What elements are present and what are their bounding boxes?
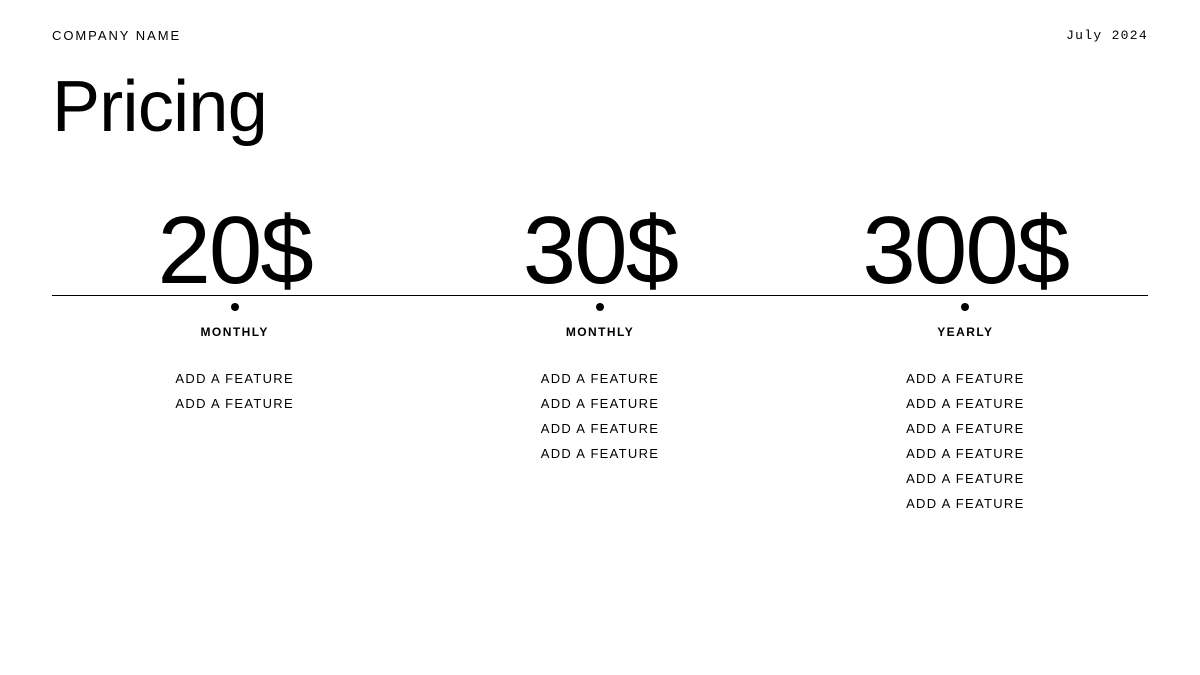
plan-price-0: 20$ xyxy=(157,203,311,299)
feature-item-0-1: ADD A FEATURE xyxy=(175,396,294,411)
plan-period-2: YEARLY xyxy=(937,325,993,339)
company-name: COMPANY NAME xyxy=(52,28,181,43)
feature-item-2-4: ADD A FEATURE xyxy=(906,471,1025,486)
plan-dot-1 xyxy=(596,303,604,311)
feature-item-0-0: ADD A FEATURE xyxy=(175,371,294,386)
plan-period-0: MONTHLY xyxy=(201,325,269,339)
feature-item-2-1: ADD A FEATURE xyxy=(906,396,1025,411)
feature-item-1-2: ADD A FEATURE xyxy=(541,421,660,436)
plan-features-0: ADD A FEATURE ADD A FEATURE xyxy=(175,371,294,411)
plan-dot-0 xyxy=(231,303,239,311)
feature-item-2-2: ADD A FEATURE xyxy=(906,421,1025,436)
plan-price-2: 300$ xyxy=(862,203,1068,299)
page: COMPANY NAME July 2024 Pricing 20$ MONTHL… xyxy=(0,0,1200,675)
plan-features-2: ADD A FEATURE ADD A FEATURE ADD A FEATURE A… xyxy=(906,371,1025,511)
feature-item-1-1: ADD A FEATURE xyxy=(541,396,660,411)
header: COMPANY NAME July 2024 xyxy=(52,0,1148,43)
plan-1: 30$MONTHLYADD A FEATUREADD A FEATUREADD … xyxy=(417,203,782,511)
plan-features-1: ADD A FEATURE ADD A FEATURE ADD A FEATURE A… xyxy=(541,371,660,461)
plan-price-1: 30$ xyxy=(523,203,677,299)
date: July 2024 xyxy=(1066,28,1148,43)
feature-item-2-3: ADD A FEATURE xyxy=(906,446,1025,461)
plan-0: 20$ MONTHLY ADD A FEATURE ADD A FEATURE xyxy=(52,203,417,511)
feature-item-2-0: ADD A FEATURE xyxy=(906,371,1025,386)
page-title: Pricing xyxy=(52,71,1148,143)
feature-item-1-0: ADD A FEATURE xyxy=(541,371,660,386)
plan-2: 300$YEARLYADD A FEATUREADD A FEATUREADD … xyxy=(783,203,1148,511)
feature-item-2-5: ADD A FEATURE xyxy=(906,496,1025,511)
plan-dot-2 xyxy=(961,303,969,311)
pricing-grid: 20$ MONTHLY ADD A FEATURE ADD A FEATURE 30$ M… xyxy=(52,203,1148,511)
feature-item-1-3: ADD A FEATURE xyxy=(541,446,660,461)
plan-period-1: MONTHLY xyxy=(566,325,634,339)
